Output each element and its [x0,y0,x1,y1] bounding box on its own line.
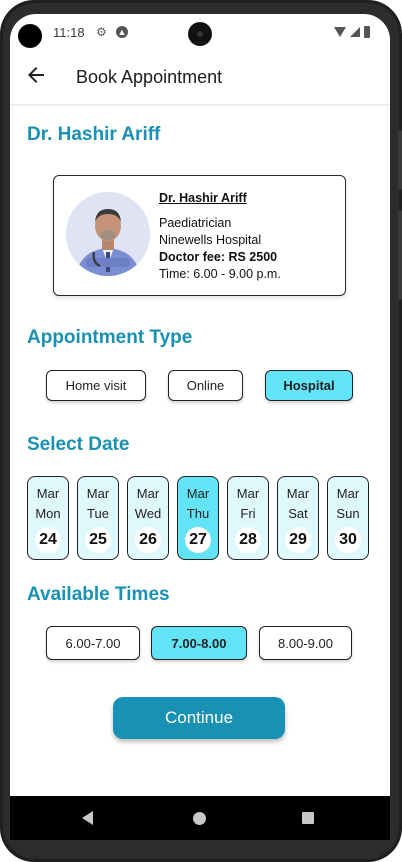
appointment-type-heading: Appointment Type [27,327,193,348]
app-screen: 11:18 ⚙ ▲ Book Appointment Dr. Hashir Ar… [10,14,390,826]
date-card[interactable]: Mar Tue 25 [77,476,119,560]
nav-back-icon[interactable] [82,811,93,825]
date-card[interactable]: Mar Wed 26 [127,476,169,560]
doctor-fee: Doctor fee: RS 2500 [159,250,278,264]
status-bar: 11:18 ⚙ ▲ [10,14,390,50]
date-number: 27 [185,527,211,553]
battery-icon [364,26,370,38]
date-number: 30 [335,527,361,553]
nav-home-icon[interactable] [193,812,206,825]
status-icons [334,26,370,38]
date-day: Sat [288,506,308,521]
volume-button [398,210,402,300]
front-camera [188,22,212,46]
page-title: Book Appointment [76,67,223,87]
doctor-avatar [66,192,150,276]
doctor-info: Dr. Hashir Ariff Paediatrician Ninewells… [159,190,281,283]
status-time: 11:18 [53,25,85,40]
date-card[interactable]: Mar Fri 28 [227,476,269,560]
settings-icon: ⚙ [96,25,107,39]
date-day: Wed [134,506,162,521]
date-card[interactable]: Mar Mon 24 [27,476,69,560]
date-month: Mar [86,486,110,501]
app-bar: Book Appointment [10,50,390,105]
notification-icon: ▲ [116,26,128,38]
doctor-time: Time: 6.00 - 9.00 p.m. [159,267,281,281]
date-number: 29 [285,527,311,553]
date-month: Mar [36,486,60,501]
time-slot-6-7[interactable]: 6.00-7.00 [46,626,140,660]
power-button [398,130,402,190]
date-day: Sun [336,506,360,521]
time-slot-8-9[interactable]: 8.00-9.00 [259,626,352,660]
doctor-specialty: Paediatrician [159,216,232,230]
date-day: Thu [186,506,210,521]
doctor-name: Dr. Hashir Ariff [159,191,247,205]
select-date-heading: Select Date [27,434,130,455]
date-month: Mar [336,486,360,501]
signal-icon [350,27,360,37]
nav-recents-icon[interactable] [302,812,314,824]
date-month: Mar [186,486,210,501]
doctor-card: Dr. Hashir Ariff Paediatrician Ninewells… [53,175,346,296]
continue-button[interactable]: Continue [113,697,285,739]
date-day: Fri [240,506,256,521]
date-month: Mar [236,486,260,501]
phone-frame: 11:18 ⚙ ▲ Book Appointment Dr. Hashir Ar… [0,0,402,862]
date-number: 25 [85,527,111,553]
date-number: 26 [135,527,161,553]
time-slot-7-8[interactable]: 7.00-8.00 [151,626,247,660]
back-arrow-icon[interactable] [24,63,48,87]
appointment-type-hospital[interactable]: Hospital [265,370,353,401]
date-number: 24 [35,527,61,553]
wifi-icon [334,27,346,37]
camera-dot [18,24,42,48]
date-day: Mon [35,506,61,521]
date-day: Tue [87,506,109,521]
date-month: Mar [136,486,160,501]
date-month: Mar [286,486,310,501]
appointment-type-home-visit[interactable]: Home visit [46,370,146,401]
doctor-heading: Dr. Hashir Ariff [27,124,161,145]
available-times-heading: Available Times [27,584,170,605]
system-nav-bar [10,796,390,840]
date-number: 28 [235,527,261,553]
date-card[interactable]: Mar Sun 30 [327,476,369,560]
appointment-type-online[interactable]: Online [168,370,243,401]
doctor-hospital: Ninewells Hospital [159,233,262,247]
date-card-selected[interactable]: Mar Thu 27 [177,476,219,560]
date-card[interactable]: Mar Sat 29 [277,476,319,560]
